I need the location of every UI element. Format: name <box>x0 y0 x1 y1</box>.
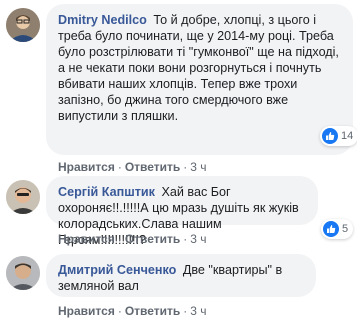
comment-bubble: Дмитрий Сенченко Две "квартиры" в землян… <box>46 254 316 297</box>
like-link[interactable]: Нравится <box>58 232 115 246</box>
avatar-image <box>6 256 40 290</box>
like-icon <box>322 128 338 144</box>
comment-author[interactable]: Дмитрий Сенченко <box>58 263 176 277</box>
comment-bubble: Сергій Капштик Хай вас Бог охороняє!!.!!… <box>46 176 318 247</box>
reaction-count: 5 <box>342 223 349 235</box>
avatar[interactable] <box>6 180 40 214</box>
reaction-counter[interactable]: 5 <box>321 219 354 239</box>
avatar-image <box>6 8 40 42</box>
like-link[interactable]: Нравится <box>58 160 115 174</box>
reaction-count: 14 <box>341 130 354 142</box>
comment-time[interactable]: 3 ч <box>190 304 206 318</box>
reply-link[interactable]: Ответить <box>125 160 180 174</box>
reply-link[interactable]: Ответить <box>125 304 180 318</box>
comment-actions: Нравится · Ответить · 3 ч <box>58 232 207 246</box>
avatar[interactable] <box>6 256 40 290</box>
reply-link[interactable]: Ответить <box>125 232 180 246</box>
comment-author[interactable]: Сергій Капштик <box>58 185 155 199</box>
reaction-counter[interactable]: 14 <box>320 126 357 146</box>
comment-text: То й добре, хлопці, з цього і треба було… <box>58 13 339 123</box>
comment-author[interactable]: Dmitry Nedilco <box>58 13 147 27</box>
avatar[interactable] <box>6 8 40 42</box>
comment-bubble: Dmitry Nedilco То й добре, хлопці, з цьо… <box>46 4 353 155</box>
comment-time[interactable]: 3 ч <box>190 232 206 246</box>
comment-actions: Нравится · Ответить · 3 ч <box>58 304 207 318</box>
avatar-image <box>6 180 40 214</box>
comment-actions: Нравится · Ответить · 3 ч <box>58 160 207 174</box>
like-link[interactable]: Нравится <box>58 304 115 318</box>
like-icon <box>323 221 339 237</box>
comment-time[interactable]: 3 ч <box>190 160 206 174</box>
